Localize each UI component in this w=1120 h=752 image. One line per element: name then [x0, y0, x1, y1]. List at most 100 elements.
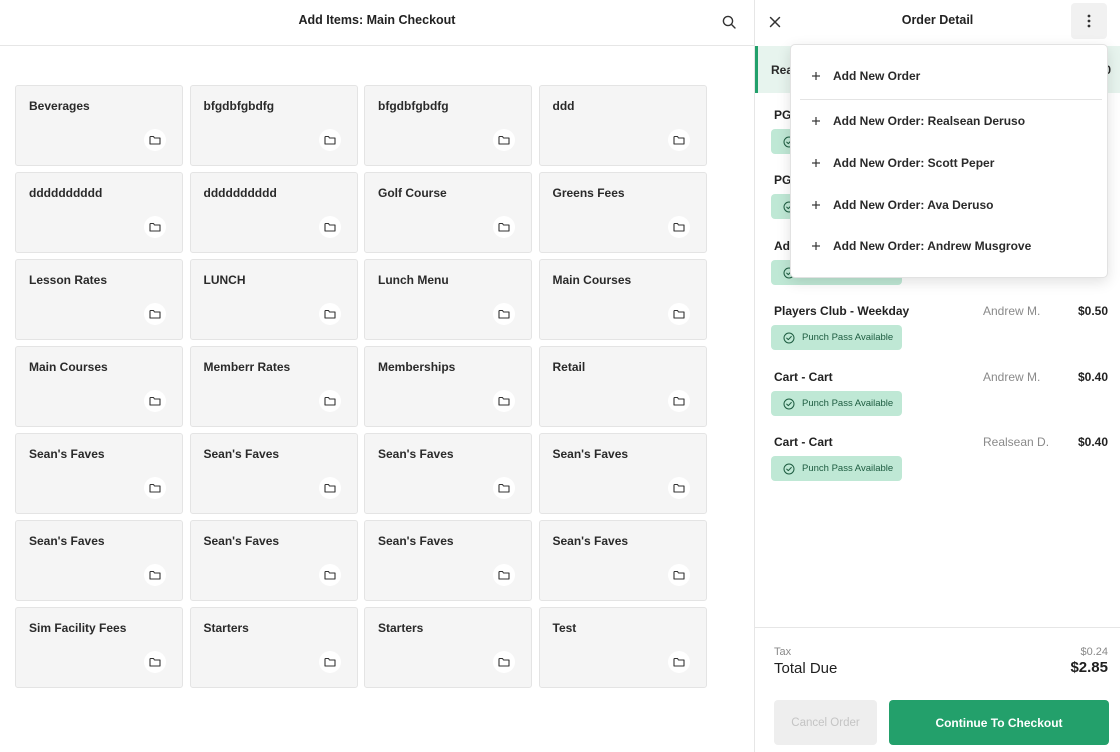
category-tile[interactable]: Greens Fees — [538, 172, 707, 253]
category-tile-label: Sean's Faves — [378, 534, 454, 548]
category-tile[interactable]: Sean's Faves — [538, 433, 707, 514]
plus-icon — [812, 159, 820, 167]
category-tile[interactable]: Test — [538, 607, 707, 688]
order-item-owner: Realsean D. — [983, 435, 1050, 449]
category-tile[interactable]: Sean's Faves — [189, 433, 358, 514]
category-tile[interactable]: bfgdbfgbdfg — [189, 85, 358, 166]
category-tile[interactable]: Lunch Menu — [364, 259, 532, 340]
category-tile[interactable]: Memberships — [364, 346, 532, 427]
check-circle-icon — [783, 332, 795, 343]
plus-icon — [812, 117, 820, 125]
category-tile[interactable]: Golf Course — [364, 172, 532, 253]
cancel-order-button[interactable]: Cancel Order — [774, 700, 877, 745]
folder-icon-wrap — [144, 129, 166, 151]
folder-icon — [323, 483, 336, 493]
folder-icon — [149, 657, 161, 667]
total-due-value: $2.85 — [1070, 659, 1108, 676]
category-tile-label: Sim Facility Fees — [29, 621, 127, 635]
order-item-name: Players Club - Weekday — [774, 304, 910, 318]
category-tile[interactable]: Sim Facility Fees — [15, 607, 183, 688]
category-tile[interactable]: Main Courses — [538, 259, 707, 340]
category-tile[interactable]: Main Courses — [15, 346, 183, 427]
folder-icon-wrap — [493, 390, 515, 412]
category-tile[interactable]: dddddddddd — [15, 172, 183, 253]
folder-icon — [498, 222, 510, 232]
folder-icon-wrap — [493, 651, 515, 673]
order-item[interactable]: Cart - Cart Andrew M. $0.40 Punch Pass Avai… — [755, 370, 1120, 430]
order-item-name: Cart - Cart — [774, 370, 833, 384]
menu-item-add-new-order[interactable]: Add New Order — [791, 59, 1107, 93]
punch-pass-badge[interactable]: Punch Pass Available — [771, 456, 902, 481]
category-tile[interactable]: Sean's Faves — [15, 433, 183, 514]
menu-item-add-new-order[interactable]: Add New Order: Realsean Deruso — [791, 104, 1107, 138]
category-tile-label: Main Courses — [29, 360, 108, 374]
category-tile[interactable]: ddd — [538, 85, 707, 166]
menu-item-add-new-order[interactable]: Add New Order: Andrew Musgrove — [791, 229, 1107, 263]
category-tile-label: bfgdbfgbdfg — [203, 99, 275, 113]
category-tile[interactable]: Memberr Rates — [189, 346, 358, 427]
order-item[interactable]: Cart - Cart Realsean D. $0.40 Punch Pass Av… — [755, 435, 1120, 495]
category-tile-label: Retail — [552, 360, 586, 374]
category-tile[interactable]: Lesson Rates — [15, 259, 183, 340]
more-options-button[interactable] — [1071, 3, 1107, 39]
menu-divider — [800, 99, 1102, 100]
category-tile-label: dddddddddd — [203, 186, 277, 200]
category-tile[interactable]: Sean's Faves — [15, 520, 183, 601]
plus-icon — [812, 72, 820, 80]
folder-icon — [672, 135, 685, 145]
category-tile-label: Memberr Rates — [203, 360, 291, 374]
category-tile[interactable]: LUNCH — [189, 259, 358, 340]
punch-pass-badge[interactable]: Punch Pass Available — [771, 391, 902, 416]
more-vertical-icon — [1087, 14, 1091, 28]
order-item[interactable]: Players Club - Weekday Andrew M. $0.50 Punc… — [755, 304, 1120, 364]
folder-icon-wrap — [667, 303, 690, 325]
check-circle-icon-wrap — [783, 398, 795, 410]
category-tile[interactable]: Starters — [189, 607, 358, 688]
category-tile-label: Starters — [378, 621, 424, 635]
menu-item-add-new-order[interactable]: Add New Order: Scott Peper — [791, 146, 1107, 180]
total-due-label: Total Due — [774, 660, 838, 677]
folder-icon-wrap — [667, 651, 690, 673]
plus-icon-wrap — [811, 71, 821, 81]
folder-icon — [149, 570, 161, 580]
folder-icon-wrap — [144, 303, 166, 325]
check-circle-icon — [783, 398, 795, 409]
category-tile-label: Sean's Faves — [552, 534, 629, 548]
folder-icon — [672, 570, 685, 580]
category-tile[interactable]: Retail — [538, 346, 707, 427]
order-item-name: Cart - Cart — [774, 435, 833, 449]
menu-item-add-new-order[interactable]: Add New Order: Ava Deruso — [791, 188, 1107, 222]
add-items-panel: Add Items: Main Checkout Beverages bfgdbf… — [0, 0, 754, 752]
folder-icon-wrap — [318, 651, 341, 673]
category-tile[interactable]: Starters — [364, 607, 532, 688]
category-tile[interactable]: dddddddddd — [189, 172, 358, 253]
category-tile[interactable]: Sean's Faves — [538, 520, 707, 601]
folder-icon — [323, 396, 336, 406]
folder-icon — [498, 309, 510, 319]
continue-to-checkout-button[interactable]: Continue To Checkout — [889, 700, 1109, 745]
folder-icon-wrap — [144, 216, 166, 238]
folder-icon — [323, 657, 336, 667]
order-item-price: $0.40 — [1077, 370, 1108, 384]
folder-icon — [498, 483, 510, 493]
category-tile-label: Greens Fees — [552, 186, 625, 200]
category-tile[interactable]: Beverages — [15, 85, 183, 166]
search-icon — [722, 15, 736, 29]
folder-icon-wrap — [667, 477, 690, 499]
punch-pass-label: Punch Pass Available — [802, 398, 894, 409]
category-tile[interactable]: Sean's Faves — [364, 520, 532, 601]
punch-pass-badge[interactable]: Punch Pass Available — [771, 325, 902, 350]
category-tile[interactable]: Sean's Faves — [364, 433, 532, 514]
order-item-name: PG — [774, 108, 792, 122]
folder-icon-wrap — [318, 564, 341, 586]
category-tile[interactable]: bfgdbfgbdfg — [364, 85, 532, 166]
folder-icon-wrap — [318, 303, 341, 325]
folder-icon-wrap — [493, 303, 515, 325]
folder-icon-wrap — [144, 564, 166, 586]
folder-icon-wrap — [667, 129, 690, 151]
order-detail-header: Order Detail — [755, 0, 1120, 46]
search-button[interactable] — [718, 11, 740, 33]
category-tile[interactable]: Sean's Faves — [189, 520, 358, 601]
category-tile-label: Sean's Faves — [203, 534, 280, 548]
folder-icon-wrap — [667, 216, 690, 238]
